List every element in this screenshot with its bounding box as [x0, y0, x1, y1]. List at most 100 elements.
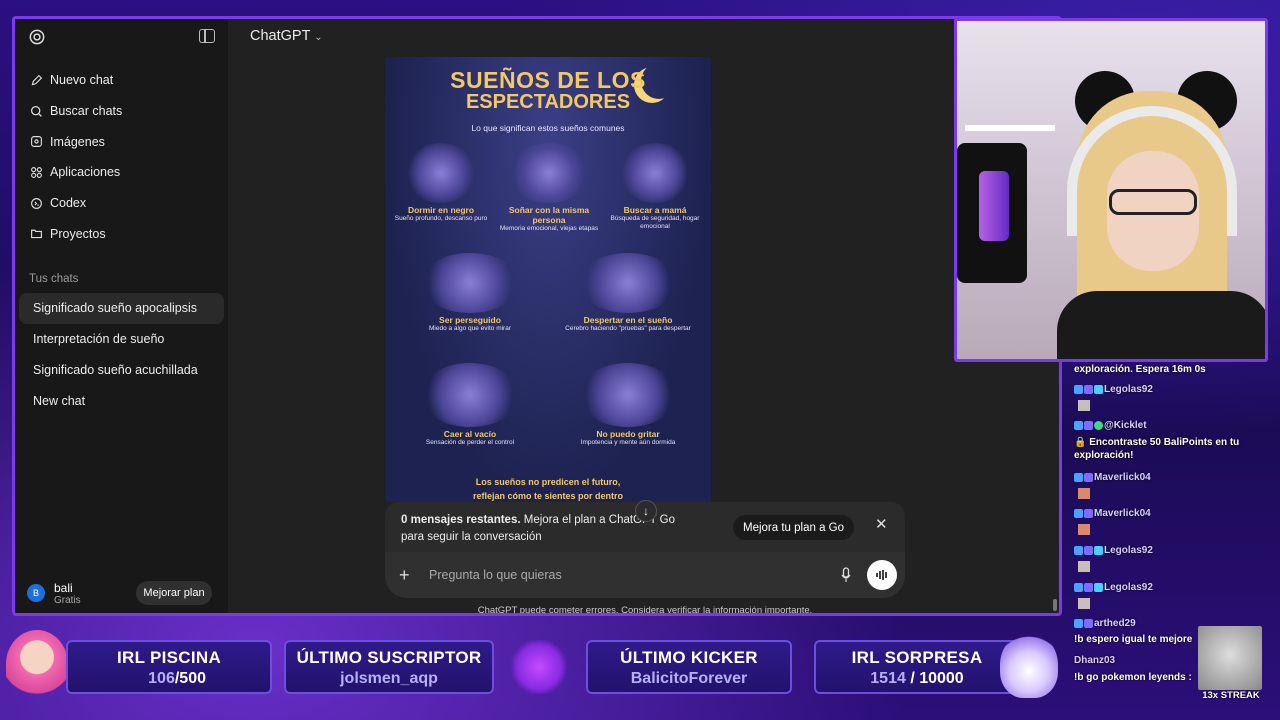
nav-search-chats[interactable]: Buscar chats — [15, 96, 228, 127]
goal-panel-sorpresa: IRL SORPRESA 1514 / 10000 — [814, 640, 1020, 694]
nav-label: Aplicaciones — [50, 165, 121, 180]
dream-cell-title: Despertar en el sueño — [583, 315, 673, 325]
chat-username: Maverlick04 — [1094, 472, 1151, 483]
upgrade-plan-button[interactable]: Mejorar plan — [136, 581, 212, 605]
chat-message — [1074, 524, 1090, 535]
shelf — [965, 125, 1055, 131]
panel-title: ÚLTIMO KICKER — [620, 648, 758, 667]
dream-cell-title: Dormir en negro — [407, 205, 475, 215]
dream-cell-desc: Miedo a algo que evito mirar — [428, 325, 511, 332]
chat-message: Legolas92 — [1074, 545, 1153, 556]
chat-message — [1074, 400, 1090, 411]
chased-illustration — [420, 253, 520, 313]
fall-illustration — [420, 363, 520, 427]
dream-cell-title: No puedo gritar — [596, 429, 660, 439]
scrollbar[interactable] — [1053, 599, 1057, 611]
chat-item[interactable]: Significado sueño acuchillada — [19, 355, 224, 386]
badge-icon — [1094, 420, 1103, 430]
badge-icon — [1074, 545, 1083, 555]
scream-illustration — [578, 363, 678, 427]
dream-cell-title: Ser perseguido — [439, 315, 501, 325]
image-title-1: SUEÑOS DE LOS — [450, 67, 646, 93]
dream-cell: Despertar en el sueño Cerebro haciendo "p… — [551, 253, 705, 333]
chat-username: Legolas92 — [1104, 384, 1153, 395]
badge-icon — [1074, 582, 1083, 592]
main-area: ChatGPT ⌄ SUEÑOS DE LOS ESPECTADORES Lo … — [228, 19, 1059, 613]
chat-message: @Kicklet — [1074, 420, 1147, 431]
image-subtitle: Lo que significan estos sueños comunes — [471, 123, 625, 133]
sidebar-toggle-icon[interactable] — [199, 29, 215, 43]
scroll-down-icon[interactable]: ↓ — [635, 500, 657, 522]
dream-cell-desc: Búsqueda de seguridad, hogar emocional — [610, 215, 700, 230]
badge-icon — [1074, 420, 1083, 430]
badge-icon — [1084, 472, 1093, 482]
dream-cell: Ser perseguido Miedo a algo que evito mir… — [395, 253, 545, 333]
model-selector[interactable]: ChatGPT ⌄ — [250, 28, 323, 44]
badge-icon — [1084, 545, 1093, 555]
voice-mode-button[interactable] — [867, 560, 897, 590]
close-icon[interactable]: ✕ — [875, 517, 889, 532]
badge-icon — [1084, 508, 1093, 518]
dream-cell-title: Caer al vacío — [443, 429, 497, 439]
upgrade-go-button[interactable]: Mejora tu plan a Go — [733, 515, 855, 540]
panel-title: IRL SORPRESA — [851, 648, 983, 667]
limit-count: 0 mensajes restantes. — [401, 514, 521, 526]
image-footer-1: Los sueños no predicen el futuro, — [475, 477, 621, 487]
avatar: B — [27, 584, 45, 602]
plus-icon[interactable]: + — [399, 565, 413, 586]
dream-cell: Caer al vacío Sensación de perder el cont… — [395, 363, 545, 447]
nav-images[interactable]: Imágenes — [15, 126, 228, 157]
chat-item[interactable]: Interpretación de sueño — [19, 324, 224, 355]
panel-value: 106/500 — [68, 670, 270, 688]
search-icon — [29, 104, 43, 118]
chatgpt-window: Nuevo chat Buscar chats Imágenes Aplicac… — [12, 16, 1062, 616]
chat-item[interactable]: New chat — [19, 385, 224, 416]
nav-apps[interactable]: Aplicaciones — [15, 157, 228, 188]
openai-logo-icon[interactable] — [27, 27, 47, 47]
goal-total: /500 — [174, 670, 206, 687]
nav-projects[interactable]: Proyectos — [15, 218, 228, 249]
mic-icon[interactable] — [841, 567, 851, 583]
nav-label: Imágenes — [50, 134, 105, 149]
prompt-input[interactable]: Pregunta lo que quieras — [429, 568, 562, 582]
badge-icon — [1094, 582, 1103, 592]
chat-message: 🔒 Encontraste 50 BaliPoints en tu explor… — [1074, 437, 1240, 461]
chat-message: exploración. Espera 16m 0s — [1074, 364, 1206, 375]
chat-username: @Kicklet — [1104, 420, 1147, 431]
badge-icon — [1074, 472, 1083, 482]
badge-icon — [1094, 545, 1103, 555]
wake-illustration — [578, 253, 678, 313]
edit-icon — [29, 73, 43, 87]
dream-cell: Buscar a mamá Búsqueda de seguridad, hoga… — [605, 143, 705, 231]
waveform-icon — [876, 570, 887, 580]
sidebar: Nuevo chat Buscar chats Imágenes Aplicac… — [15, 19, 228, 613]
shirt — [1057, 291, 1265, 359]
microphone-light — [979, 171, 1009, 241]
panel-value: BalicitoForever — [630, 670, 748, 687]
streak-cat-image — [1198, 626, 1262, 690]
last-subscriber-panel: ÚLTIMO SUSCRIPTOR jolsmen_aqp — [284, 640, 494, 694]
emote-icon — [1078, 561, 1090, 572]
chat-item-active[interactable]: Significado sueño apocalipsis — [19, 293, 224, 324]
model-label: ChatGPT — [250, 28, 311, 44]
image-footer-2: reflejan cómo te sientes por dentro — [472, 491, 624, 501]
user-profile[interactable]: B bali Gratis Mejorar plan — [15, 573, 228, 613]
panel-value: jolsmen_aqp — [340, 670, 438, 687]
dream-cell-title: Soñar con la misma persona — [508, 205, 590, 225]
goal-current: 1514 — [870, 670, 906, 687]
nav-codex[interactable]: Codex — [15, 188, 228, 219]
chat-message: Legolas92 — [1074, 582, 1153, 593]
badge-icon — [1074, 618, 1083, 628]
generated-image[interactable]: SUEÑOS DE LOS ESPECTADORES Lo que signif… — [385, 57, 711, 502]
emote-icon — [1078, 400, 1090, 411]
emote-icon — [1078, 598, 1090, 609]
last-kicker-panel: ÚLTIMO KICKER BalicitoForever — [586, 640, 792, 694]
panel-title: IRL PISCINA — [116, 648, 222, 667]
nav-new-chat[interactable]: Nuevo chat — [15, 65, 228, 96]
dream-cell-desc: Memoria emocional, viejas etapas — [499, 225, 599, 232]
chat-username: Maverlick04 — [1094, 508, 1151, 519]
nav-label: Buscar chats — [50, 104, 123, 119]
chat-message: Legolas92 — [1074, 384, 1153, 395]
goal-panel-piscina: IRL PISCINA 106/500 — [66, 640, 272, 694]
couple-illustration — [509, 143, 589, 203]
